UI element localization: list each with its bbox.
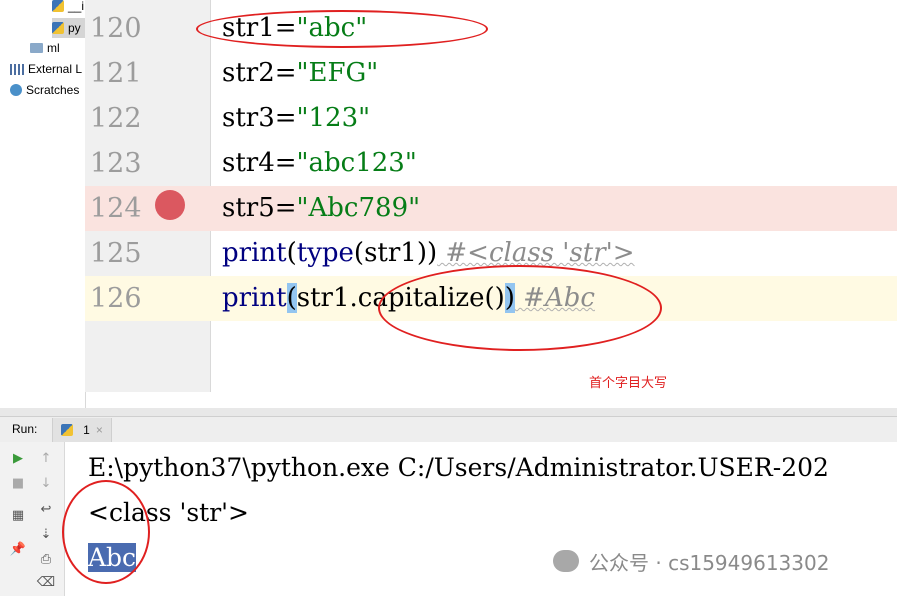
line-number: 126 [90, 283, 142, 314]
soft-wrap-icon[interactable]: ↩ [36, 499, 56, 519]
tree-item-label: __i [68, 0, 85, 13]
matched-paren: ( [286, 283, 297, 313]
watermark-text: 公众号 · cs15949613302 [589, 550, 830, 575]
line-number: 123 [90, 148, 142, 179]
tree-item-label: ml [47, 41, 60, 55]
clear-icon[interactable]: ⌫ [36, 572, 56, 592]
line-number: 122 [90, 103, 142, 134]
annotation-oval-str1 [196, 10, 488, 48]
tree-item-init[interactable]: __i [52, 0, 84, 16]
close-icon[interactable]: × [96, 423, 103, 437]
builtin-type: type [296, 238, 354, 268]
panel-splitter[interactable] [0, 408, 897, 416]
rerun-icon[interactable]: ▶ [8, 448, 28, 468]
code-line-123[interactable]: str4="abc123" [222, 141, 417, 186]
stop-icon[interactable]: ■ [8, 473, 28, 493]
code-comment: #<class 'str'> [437, 238, 635, 268]
line-number: 121 [90, 58, 142, 89]
code-line-124[interactable]: str5="Abc789" [222, 186, 420, 231]
code-line-122[interactable]: str3="123" [222, 96, 370, 141]
pin-icon[interactable]: 📌 [8, 539, 28, 559]
annotation-text: 首个字目大写 [589, 376, 668, 391]
builtin-print: print [222, 283, 287, 313]
python-file-icon [52, 22, 64, 34]
down-arrow-icon[interactable]: ↓ [36, 473, 56, 493]
up-arrow-icon[interactable]: ↑ [36, 448, 56, 468]
annotation-oval-capitalize [378, 265, 662, 351]
run-label: Run: [12, 422, 38, 436]
tree-item-label: Scratches [26, 83, 80, 97]
string-literal: "EFG" [296, 58, 379, 88]
tree-item-py[interactable]: py [52, 18, 85, 38]
python-icon [61, 424, 74, 436]
python-file-icon [52, 0, 64, 12]
code-token: str5= [222, 193, 297, 223]
tree-item-external-libraries[interactable]: External L [10, 59, 82, 79]
code-token: ( [286, 238, 297, 268]
run-tab[interactable]: 1 × [52, 418, 112, 442]
string-literal: "Abc789" [296, 193, 421, 223]
scroll-to-end-icon[interactable]: ⇣ [36, 524, 56, 544]
tree-item-label: External L [28, 62, 83, 76]
line-number: 120 [90, 13, 142, 44]
code-token: (str1)) [353, 238, 438, 268]
code-token: str3= [222, 103, 297, 133]
run-tab-label: 1 [83, 423, 90, 437]
run-tool-header: Run: 1 × [0, 416, 897, 444]
wechat-icon [553, 550, 579, 572]
builtin-print: print [222, 238, 287, 268]
code-line-121[interactable]: str2="EFG" [222, 51, 378, 96]
folder-icon [30, 43, 43, 53]
watermark: 公众号 · cs15949613302 [553, 546, 829, 576]
breakpoint-line-highlight [85, 186, 897, 231]
layout-icon[interactable]: ▦ [8, 505, 28, 525]
code-token: str4= [222, 148, 297, 178]
line-number: 125 [90, 238, 142, 269]
scratches-icon [10, 84, 22, 96]
tree-item-scratches[interactable]: Scratches [10, 80, 79, 100]
tree-item-label: py [68, 21, 81, 35]
print-icon[interactable]: ⎙ [36, 549, 56, 569]
project-tree: __i py ml External L Scratches [0, 0, 86, 408]
console-line: E:\python37\python.exe C:/Users/Administ… [88, 453, 829, 482]
tree-item-ml[interactable]: ml [30, 38, 60, 58]
breakpoint-icon[interactable] [155, 190, 185, 220]
annotation-oval-output [62, 480, 150, 584]
run-toolbar: ▶ ↑ ■ ↓ ▦ ↩ ⇣ 📌 ⎙ ⌫ [0, 442, 65, 596]
library-icon [10, 63, 24, 75]
string-literal: "abc123" [296, 148, 417, 178]
line-number: 124 [90, 193, 142, 224]
code-token: str2= [222, 58, 297, 88]
string-literal: "123" [296, 103, 371, 133]
